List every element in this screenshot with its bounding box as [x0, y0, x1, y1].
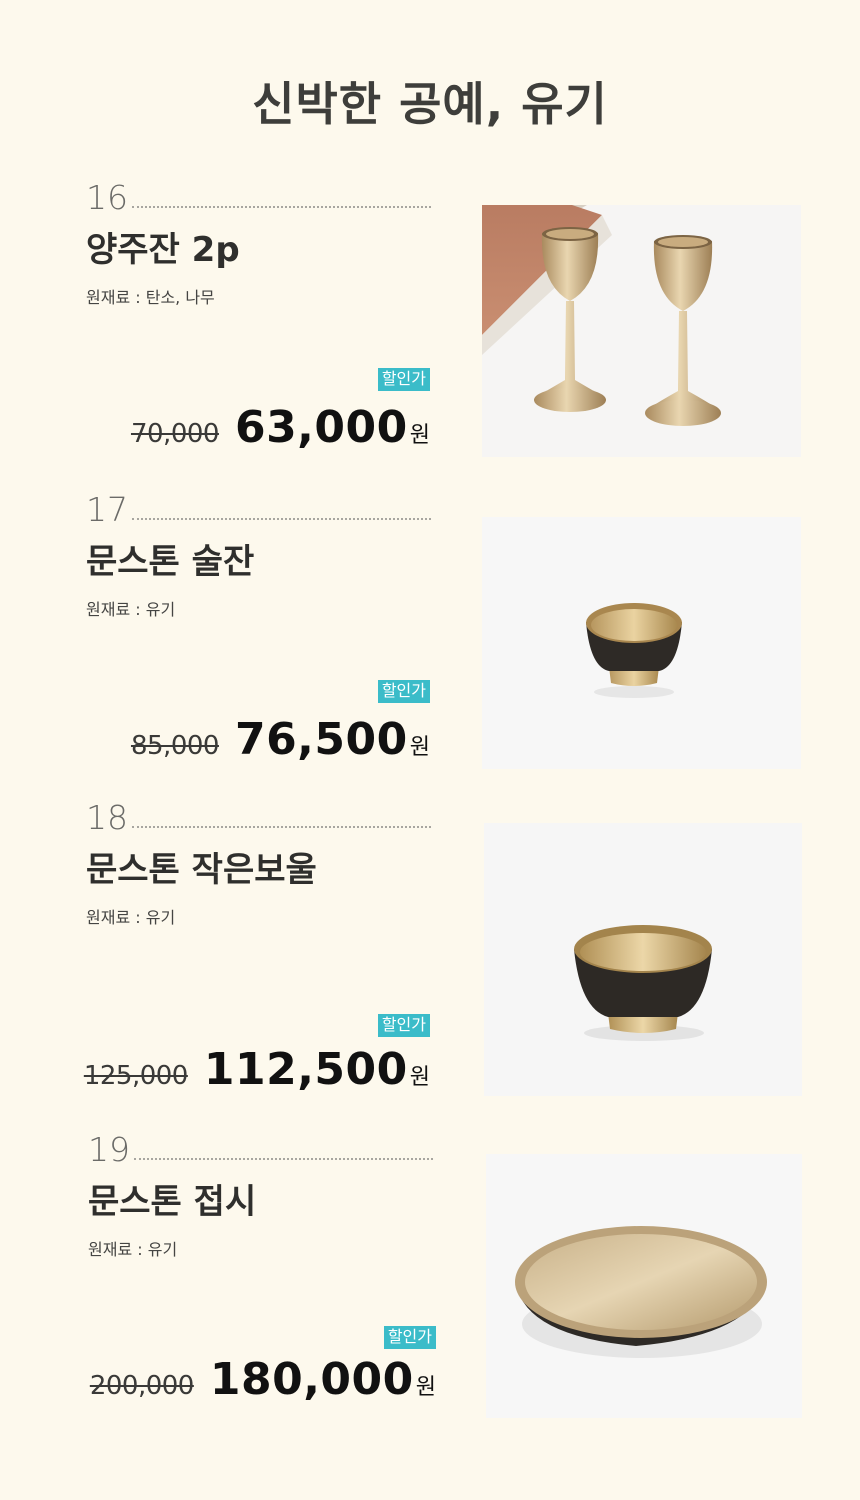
product-card[interactable]: 16 양주잔 2p 원재료 : 탄소, 나무 할인가 70,000 63,000…	[0, 172, 860, 472]
product-material: 원재료 : 유기	[88, 1240, 178, 1259]
product-card[interactable]: 18 문스톤 작은보울 원재료 : 유기 할인가 125,000 112,500…	[0, 792, 860, 1096]
bowl-image[interactable]	[484, 823, 802, 1096]
currency-label: 원	[415, 1375, 436, 1400]
discount-badge: 할인가	[377, 368, 430, 391]
original-price: 125,000	[83, 1061, 189, 1091]
product-number-row: 18	[86, 798, 431, 838]
product-number-row: 17	[86, 490, 431, 530]
sale-price: 63,000	[234, 402, 408, 453]
product-number: 18	[86, 798, 128, 837]
discount-badge: 할인가	[377, 680, 430, 703]
original-price: 85,000	[130, 731, 219, 761]
currency-label: 원	[409, 735, 430, 760]
cup-image[interactable]	[482, 517, 801, 769]
sale-price: 112,500	[203, 1044, 408, 1095]
product-number: 19	[88, 1130, 130, 1169]
discount-badge: 할인가	[383, 1326, 436, 1349]
dotted-divider	[132, 518, 431, 520]
currency-label: 원	[409, 423, 430, 448]
original-price: 200,000	[89, 1371, 195, 1401]
product-material: 원재료 : 유기	[86, 600, 176, 619]
product-number-row: 16	[86, 178, 431, 218]
price-row: 85,000 76,500 원	[131, 714, 430, 765]
product-card[interactable]: 17 문스톤 술잔 원재료 : 유기 할인가 85,000 76,500 원	[0, 484, 860, 784]
price-row: 70,000 63,000 원	[131, 402, 430, 453]
dotted-divider	[132, 206, 431, 208]
price-row: 125,000 112,500 원	[84, 1044, 430, 1095]
discount-badge: 할인가	[377, 1014, 430, 1037]
product-name[interactable]: 문스톤 작은보울	[86, 842, 317, 891]
product-name[interactable]: 문스톤 접시	[88, 1174, 256, 1223]
sale-price: 180,000	[209, 1354, 414, 1405]
product-material: 원재료 : 유기	[86, 908, 176, 927]
product-card[interactable]: 19 문스톤 접시 원재료 : 유기 할인가 200,000 180,000 원	[0, 1124, 860, 1424]
product-number: 17	[86, 490, 128, 529]
page-title: 신박한 공예, 유기	[252, 77, 608, 131]
currency-label: 원	[409, 1065, 430, 1090]
plate-image[interactable]	[486, 1154, 802, 1418]
sale-price: 76,500	[234, 714, 408, 765]
price-row: 200,000 180,000 원	[90, 1354, 436, 1405]
dotted-divider	[134, 1158, 433, 1160]
dotted-divider	[132, 826, 431, 828]
product-number-row: 19	[88, 1130, 433, 1170]
original-price: 70,000	[130, 419, 219, 449]
wine-goblets-image[interactable]	[482, 205, 801, 457]
product-name[interactable]: 문스톤 술잔	[86, 534, 254, 583]
product-material: 원재료 : 탄소, 나무	[86, 288, 215, 307]
product-name[interactable]: 양주잔 2p	[86, 222, 240, 271]
product-number: 16	[86, 178, 128, 217]
